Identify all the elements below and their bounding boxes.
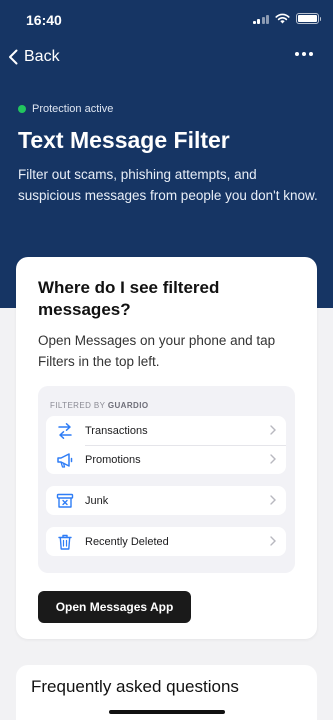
nav-bar: Back — [0, 44, 333, 74]
protection-status-label: Protection active — [32, 103, 114, 115]
status-bar: 16:40 — [0, 0, 333, 40]
wifi-icon — [275, 13, 290, 24]
page-title: Text Message Filter — [18, 127, 230, 153]
chevron-right-icon — [270, 425, 276, 435]
trash-icon — [58, 534, 72, 550]
preview-label-prefix: FILTERED BY — [50, 401, 106, 410]
junk-bin-icon — [56, 493, 74, 508]
filters-group-junk: Junk — [46, 486, 286, 515]
filter-row-recently-deleted[interactable]: Recently Deleted — [46, 527, 286, 556]
chevron-right-icon — [270, 495, 276, 505]
chevron-left-icon — [9, 49, 18, 65]
chevron-right-icon — [270, 454, 276, 464]
page-subtitle: Filter out scams, phishing attempts, and… — [18, 167, 318, 203]
more-options-icon[interactable] — [295, 52, 313, 56]
filtered-messages-card: Where do I see filtered messages? Open M… — [16, 257, 317, 639]
open-messages-button[interactable]: Open Messages App — [38, 591, 191, 623]
card-description: Open Messages on your phone and tap Filt… — [38, 333, 276, 369]
filter-row-junk[interactable]: Junk — [46, 486, 286, 515]
back-label: Back — [24, 48, 60, 65]
filter-label: Promotions — [85, 453, 141, 466]
status-dot-icon — [18, 105, 26, 113]
filters-preview: FILTERED BY GUARDIO Transactions Promoti… — [38, 386, 295, 573]
chevron-right-icon — [270, 536, 276, 546]
filters-group-deleted: Recently Deleted — [46, 527, 286, 556]
protection-status: Protection active — [18, 103, 113, 115]
faq-title: Frequently asked questions — [31, 677, 239, 696]
filter-row-promotions[interactable]: Promotions — [46, 445, 286, 474]
preview-label-brand: GUARDIO — [107, 401, 149, 410]
filter-label: Recently Deleted — [85, 535, 169, 548]
filters-group-main: Transactions Promotions — [46, 416, 286, 474]
back-button[interactable]: Back — [8, 48, 60, 66]
battery-icon — [296, 13, 321, 24]
home-indicator[interactable] — [109, 710, 225, 714]
arrows-swap-icon — [58, 423, 72, 439]
filter-label: Transactions — [85, 424, 148, 437]
preview-label: FILTERED BY GUARDIO — [50, 401, 148, 410]
status-icons — [252, 13, 321, 24]
status-time: 16:40 — [26, 12, 62, 28]
megaphone-icon — [57, 453, 73, 468]
card-title: Where do I see filtered messages? — [38, 278, 220, 319]
signal-icon — [252, 14, 269, 24]
filter-row-transactions[interactable]: Transactions — [46, 416, 286, 445]
filter-label: Junk — [85, 494, 109, 507]
